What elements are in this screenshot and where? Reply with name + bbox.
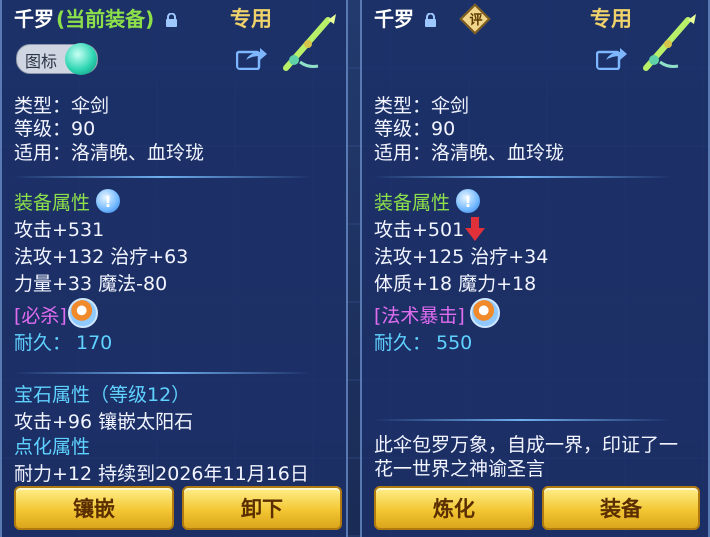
- durability-value: 550: [436, 332, 473, 354]
- embed-button[interactable]: 镶嵌: [14, 486, 174, 530]
- down-arrow-icon: [465, 217, 485, 241]
- durability-label: 耐久：: [14, 332, 72, 354]
- divider: [12, 176, 312, 178]
- item-usable: 适用：洛清晚、血玲珑: [374, 142, 565, 164]
- info-icon[interactable]: !: [96, 189, 120, 213]
- gem-stat: 攻击+96 镶嵌太阳石: [14, 411, 194, 433]
- unequip-button[interactable]: 卸下: [182, 486, 342, 530]
- durability-value: 170: [76, 332, 113, 354]
- item-type: 类型：伞剑: [374, 95, 470, 117]
- lock-icon: [166, 13, 177, 27]
- divider: [372, 419, 672, 421]
- current-equipment-panel: 千罗 (当前装备) 专用 图标 类型：伞剑 等级：90 适用：洛清晚、血玲珑 装…: [0, 0, 348, 537]
- item-description-line1: 此伞包罗万象，自成一界，印证了一: [374, 434, 679, 456]
- exclusive-badge: 专用: [590, 7, 632, 31]
- info-icon[interactable]: !: [456, 189, 480, 213]
- attack-stat: 攻击+531: [14, 219, 105, 241]
- item-usable: 适用：洛清晚、血玲珑: [14, 142, 205, 164]
- item-name: 千罗: [14, 7, 54, 31]
- attack-stat: 攻击+501: [374, 219, 465, 241]
- weapon-icon: [283, 14, 336, 71]
- skill-icon[interactable]: [68, 298, 98, 328]
- spirit-title: 点化属性: [14, 436, 91, 458]
- refine-button[interactable]: 炼化: [374, 486, 534, 530]
- divider: [372, 176, 672, 178]
- divider: [12, 372, 312, 374]
- item-level: 等级：90: [14, 118, 96, 140]
- toggle-icon: [65, 43, 97, 75]
- item-type: 类型：伞剑: [14, 95, 110, 117]
- durability-label: 耐久：: [374, 332, 432, 354]
- skill-label: [法术暴击]: [374, 305, 465, 327]
- compare-equipment-panel: 千罗 专用 类型：伞剑 等级：90 适用：洛清晚、血玲珑 装备属性 ! 攻击+5…: [360, 0, 710, 537]
- strength-mana-stat: 力量+33 魔法-80: [14, 273, 168, 295]
- item-name: 千罗: [374, 7, 414, 31]
- item-description-line2: 花一世界之神谕圣言: [374, 458, 546, 480]
- skill-label: [必杀]: [14, 305, 67, 327]
- spirit-stat: 耐力+12 持续到2026年11月16日: [14, 463, 309, 485]
- magic-heal-stat: 法攻+132 治疗+63: [14, 246, 189, 268]
- icon-toggle-label: 图标: [25, 52, 58, 71]
- equip-button[interactable]: 装备: [542, 486, 700, 530]
- icon-toggle[interactable]: 图标: [16, 43, 98, 75]
- item-level: 等级：90: [374, 118, 456, 140]
- constitution-magic-stat: 体质+18 魔力+18: [374, 273, 537, 295]
- skill-icon[interactable]: [470, 298, 500, 328]
- lock-icon: [425, 13, 436, 27]
- share-icon[interactable]: [236, 46, 268, 70]
- exclusive-badge: 专用: [230, 7, 272, 31]
- attr-title: 装备属性: [14, 192, 91, 214]
- weapon-icon: [643, 14, 696, 71]
- magic-heal-stat: 法攻+125 治疗+34: [374, 246, 549, 268]
- share-icon[interactable]: [596, 46, 628, 70]
- current-equipped-label: (当前装备): [56, 7, 155, 31]
- gem-title: 宝石属性（等级12）: [14, 384, 191, 406]
- attr-title: 装备属性: [374, 192, 451, 214]
- review-badge: 评: [469, 13, 483, 28]
